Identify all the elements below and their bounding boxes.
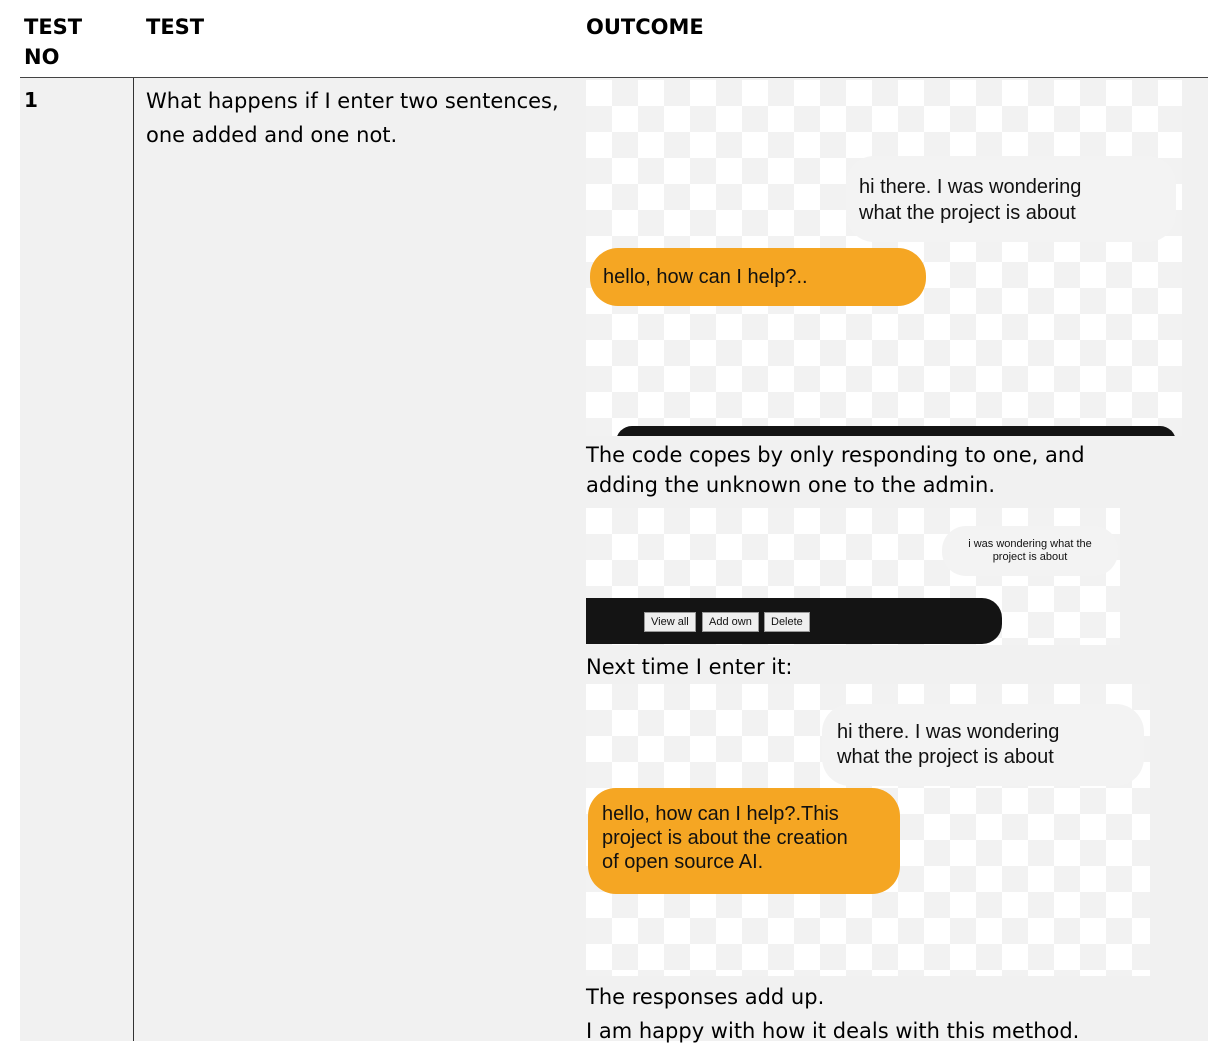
bot-message-line3: of open source AI. bbox=[602, 851, 764, 873]
user-message-line2: what the project is about bbox=[837, 746, 1054, 768]
header-test-no-line2: NO bbox=[24, 45, 60, 69]
outcome-paragraph-1-line2: adding the unknown one to the admin. bbox=[586, 473, 996, 497]
bot-message-text: hello, how can I help?.. bbox=[603, 266, 808, 288]
user-message-line1: hi there. I was wondering bbox=[859, 176, 1082, 198]
chat-input-bar bbox=[616, 426, 1176, 436]
header-outcome: OUTCOME bbox=[586, 15, 704, 39]
admin-bar: View all Add own Delete bbox=[586, 598, 1002, 644]
bot-message-bubble: hello, how can I help?.. bbox=[590, 248, 926, 306]
user-message-line1: hi there. I was wondering bbox=[837, 721, 1060, 743]
bot-message-line2: project is about the creation bbox=[602, 827, 848, 849]
header-test-no-line1: TEST bbox=[24, 15, 83, 39]
chat-screenshot-2: hi there. I was wondering what the proje… bbox=[586, 684, 1150, 976]
test-number: 1 bbox=[24, 88, 38, 112]
header-test: TEST bbox=[146, 15, 205, 39]
outcome-paragraph-3: The responses add up. bbox=[586, 985, 825, 1009]
delete-button[interactable]: Delete bbox=[764, 612, 810, 632]
user-message-line2: what the project is about bbox=[859, 202, 1076, 224]
admin-screenshot: i was wondering what the project is abou… bbox=[586, 508, 1120, 645]
outcome-paragraph-2: Next time I enter it: bbox=[586, 655, 793, 679]
bot-message-bubble: hello, how can I help?.This project is a… bbox=[588, 788, 900, 894]
add-own-button[interactable]: Add own bbox=[702, 612, 759, 632]
user-message-bubble: hi there. I was wondering what the proje… bbox=[822, 704, 1144, 786]
column-divider bbox=[133, 78, 134, 1041]
bot-message-line1: hello, how can I help?.This bbox=[602, 803, 839, 825]
view-all-button[interactable]: View all bbox=[644, 612, 696, 632]
unknown-message-line2: project is about bbox=[992, 551, 1068, 563]
unknown-message-bubble: i was wondering what the project is abou… bbox=[942, 526, 1118, 576]
test-description: What happens if I enter two sentences, o… bbox=[146, 89, 559, 147]
user-message-bubble: hi there. I was wondering what the proje… bbox=[846, 156, 1176, 242]
outcome-paragraph-4: I am happy with how it deals with this m… bbox=[586, 1019, 1080, 1043]
header-test-no: TEST NO bbox=[24, 12, 114, 72]
chat-screenshot-1: hi there. I was wondering what the proje… bbox=[586, 80, 1182, 436]
outcome-paragraph-1-line1: The code copes by only responding to one… bbox=[586, 443, 1085, 467]
unknown-message-line1: i was wondering what the bbox=[968, 538, 1092, 550]
outcome-paragraph-1: The code copes by only responding to one… bbox=[586, 440, 1085, 500]
